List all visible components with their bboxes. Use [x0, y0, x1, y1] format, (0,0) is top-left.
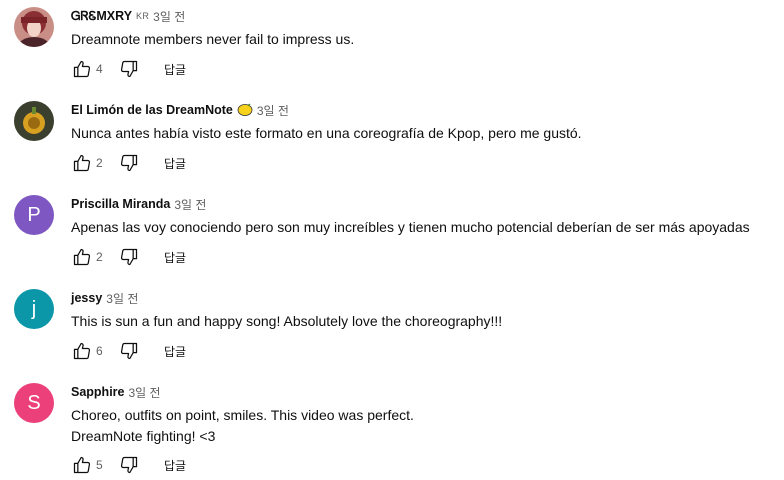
avatar-letter: P: [27, 203, 41, 226]
like-count: 5: [96, 458, 103, 472]
comment-actions: 2 답글: [71, 245, 186, 269]
comment-body: ᏀᏒᏋMXRY KR 3일 전 Dreamnote members never …: [71, 7, 774, 78]
comment-time[interactable]: 3일 전: [106, 290, 138, 307]
comment-time[interactable]: 3일 전: [153, 8, 185, 25]
like-button[interactable]: [71, 152, 93, 174]
comment-actions: 4 답글: [71, 57, 186, 81]
reply-button[interactable]: 답글: [164, 155, 186, 172]
profile-photo-icon: [14, 7, 54, 47]
like-button[interactable]: [71, 246, 93, 268]
author-name[interactable]: Sapphire: [71, 385, 125, 399]
thumbs-up-icon: [73, 60, 91, 78]
dislike-button[interactable]: [118, 58, 140, 80]
thumbs-up-icon: [73, 248, 91, 266]
reply-button[interactable]: 답글: [164, 457, 186, 474]
comment-text-line: Apenas las voy conociendo pero son muy i…: [71, 219, 750, 235]
thumbs-down-icon: [120, 60, 138, 78]
avatar[interactable]: S: [14, 383, 54, 423]
comment-body: Priscilla Miranda 3일 전 Apenas las voy co…: [71, 195, 774, 266]
author-name[interactable]: Priscilla Miranda: [71, 197, 170, 211]
comment-time[interactable]: 3일 전: [257, 102, 289, 119]
comment-actions: 6 답글: [71, 339, 186, 363]
like-button[interactable]: [71, 454, 93, 476]
comment-text: Dreamnote members never fail to impress …: [71, 29, 774, 50]
thumbs-up-icon: [73, 456, 91, 474]
comment-text-line: Dreamnote members never fail to impress …: [71, 31, 355, 47]
profile-photo-icon: [14, 101, 54, 141]
like-count: 4: [96, 62, 103, 76]
like-count: 2: [96, 156, 103, 170]
thumbs-down-icon: [120, 154, 138, 172]
comment-text-line: Nunca antes había visto este formato en …: [71, 125, 582, 141]
comment-header: jessy 3일 전: [71, 289, 774, 307]
like-count: 6: [96, 344, 103, 358]
thumbs-up-icon: [73, 154, 91, 172]
dislike-button[interactable]: [118, 152, 140, 174]
like-count: 2: [96, 250, 103, 264]
avatar[interactable]: [14, 101, 54, 141]
thumbs-up-icon: [73, 342, 91, 360]
author-name[interactable]: ᏀᏒᏋMXRY: [71, 9, 132, 24]
reply-button[interactable]: 답글: [164, 343, 186, 360]
author-name[interactable]: El Limón de las DreamNote: [71, 103, 233, 117]
avatar-letter: j: [31, 297, 37, 320]
avatar[interactable]: j: [14, 289, 54, 329]
comment-text: Apenas las voy conociendo pero son muy i…: [71, 217, 774, 238]
comment-text: Choreo, outfits on point, smiles. This v…: [71, 405, 774, 447]
comment-text-line: DreamNote fighting! <3: [71, 428, 216, 444]
dislike-button[interactable]: [118, 340, 140, 362]
lemon-emoji-icon: [237, 103, 253, 117]
avatar[interactable]: P: [14, 195, 54, 235]
comment-header: El Limón de las DreamNote 3일 전: [71, 101, 774, 119]
dislike-button[interactable]: [118, 246, 140, 268]
thumbs-down-icon: [120, 342, 138, 360]
country-flag: KR: [136, 11, 150, 21]
thumbs-down-icon: [120, 456, 138, 474]
reply-button[interactable]: 답글: [164, 61, 186, 78]
reply-button[interactable]: 답글: [164, 249, 186, 266]
comment-header: Priscilla Miranda 3일 전: [71, 195, 774, 213]
comment-header: Sapphire 3일 전: [71, 383, 774, 401]
comment-text: This is sun a fun and happy song! Absolu…: [71, 311, 774, 332]
comment-text-line: Choreo, outfits on point, smiles. This v…: [71, 407, 414, 423]
author-name[interactable]: jessy: [71, 291, 102, 305]
comment-header: ᏀᏒᏋMXRY KR 3일 전: [71, 7, 774, 25]
like-button[interactable]: [71, 58, 93, 80]
comment-body: Sapphire 3일 전 Choreo, outfits on point, …: [71, 383, 774, 474]
comment-text-line: This is sun a fun and happy song! Absolu…: [71, 313, 503, 329]
avatar-letter: S: [27, 391, 41, 414]
avatar[interactable]: [14, 7, 54, 47]
comment-body: El Limón de las DreamNote 3일 전 Nunca ant…: [71, 101, 774, 172]
like-button[interactable]: [71, 340, 93, 362]
comment-actions: 5 답글: [71, 453, 186, 477]
thumbs-down-icon: [120, 248, 138, 266]
comment-text: Nunca antes había visto este formato en …: [71, 123, 774, 144]
dislike-button[interactable]: [118, 454, 140, 476]
comment-actions: 2 답글: [71, 151, 186, 175]
comment-time[interactable]: 3일 전: [174, 196, 206, 213]
comment-time[interactable]: 3일 전: [129, 384, 161, 401]
comment-body: jessy 3일 전 This is sun a fun and happy s…: [71, 289, 774, 360]
